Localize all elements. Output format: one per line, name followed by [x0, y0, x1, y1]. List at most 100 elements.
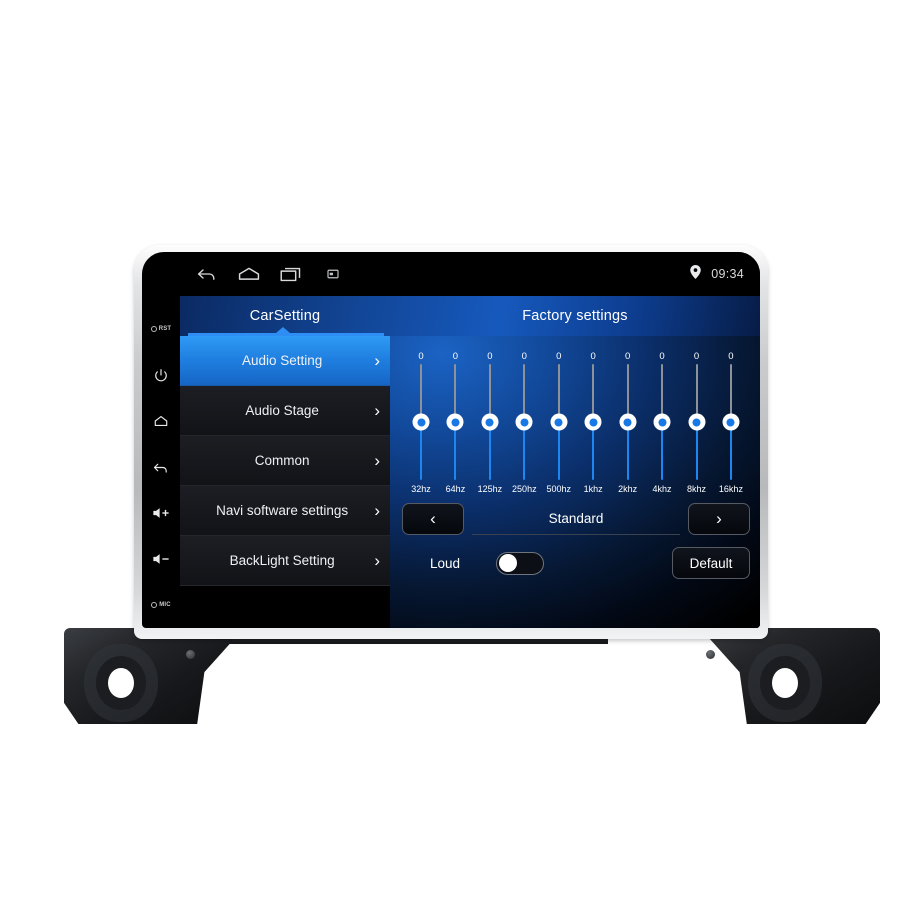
eq-band-4khz[interactable]: 0 4khz — [645, 350, 679, 494]
eq-slider-handle[interactable] — [584, 413, 602, 431]
eq-band-value: 0 — [728, 351, 734, 362]
loud-label: Loud — [429, 555, 461, 571]
eq-band-16khz[interactable]: 0 16khz — [714, 350, 748, 494]
eq-slider-handle[interactable] — [550, 413, 568, 431]
bracket-screw-right — [706, 650, 715, 659]
screenshot-root: RST MIC 09:34 CarSetting Factory setting… — [0, 0, 900, 900]
eq-band-label: 250hz — [512, 484, 537, 494]
preset-current-value[interactable]: Standard — [472, 503, 680, 535]
microphone-pinhole: MIC — [142, 582, 180, 628]
eq-track-lower — [420, 422, 422, 480]
eq-band-value: 0 — [487, 351, 493, 362]
eq-band-label: 4khz — [652, 484, 672, 494]
eq-slider-handle[interactable] — [688, 413, 705, 431]
eq-band-2khz[interactable]: 0 2khz — [611, 350, 645, 494]
chevron-right-icon: › — [374, 451, 380, 470]
status-bar-clock: 09:34 — [711, 267, 744, 281]
chevron-right-icon: › — [374, 501, 380, 520]
eq-band-label: 500hz — [546, 484, 572, 494]
eq-band-value: 0 — [418, 351, 424, 362]
eq-band-label: 2khz — [618, 484, 638, 494]
preset-selector-row: ‹ Standard › — [402, 502, 750, 536]
eq-slider-track[interactable] — [714, 364, 748, 480]
preset-next-button[interactable]: › — [688, 503, 750, 535]
nav-home-icon[interactable] — [228, 252, 270, 296]
eq-track-lower — [695, 422, 698, 480]
eq-slider-track[interactable] — [611, 364, 645, 480]
menu-item-common[interactable]: Common › — [180, 436, 390, 486]
menu-item-label: Audio Setting — [242, 353, 323, 368]
eq-band-value: 0 — [452, 351, 459, 362]
menu-item-backlight-setting[interactable]: BackLight Setting › — [180, 536, 390, 586]
eq-slider-handle[interactable] — [515, 413, 533, 431]
eq-band-64hz[interactable]: 0 64hz — [438, 350, 472, 494]
nav-back-icon[interactable] — [186, 252, 228, 296]
device-screen: RST MIC 09:34 CarSetting Factory setting… — [142, 252, 760, 628]
default-button[interactable]: Default — [672, 547, 750, 579]
eq-band-label: 32hz — [411, 484, 431, 494]
app-body: Audio Setting › Audio Stage › Common › N… — [180, 336, 760, 628]
power-icon[interactable] — [142, 352, 180, 398]
eq-band-value: 0 — [659, 351, 665, 362]
menu-item-label: Common — [254, 453, 310, 468]
back-icon[interactable] — [142, 444, 180, 490]
menu-item-label: Navi software settings — [216, 503, 349, 518]
tab-underline-indicator — [188, 333, 384, 336]
hardware-key-column: RST MIC — [142, 298, 180, 628]
eq-band-1khz[interactable]: 0 1khz — [576, 350, 610, 494]
reset-pinhole[interactable]: RST — [142, 306, 180, 352]
volume-up-icon[interactable] — [142, 490, 180, 536]
eq-slider-handle[interactable] — [722, 413, 740, 431]
eq-track-lower — [523, 422, 526, 480]
volume-down-icon[interactable] — [142, 536, 180, 582]
eq-track-lower — [626, 422, 629, 480]
chevron-right-icon: › — [374, 551, 380, 570]
eq-slider-handle[interactable] — [481, 413, 499, 431]
preset-prev-button[interactable]: ‹ — [402, 503, 464, 535]
eq-slider-track[interactable] — [438, 364, 472, 480]
home-icon[interactable] — [142, 398, 180, 444]
nav-recents-icon[interactable] — [270, 252, 312, 296]
eq-band-value: 0 — [590, 351, 596, 362]
menu-item-navi-software-settings[interactable]: Navi software settings › — [180, 486, 390, 536]
eq-slider-track[interactable] — [542, 364, 576, 480]
eq-band-label: 1khz — [583, 484, 603, 494]
eq-band-32hz[interactable]: 0 32hz — [404, 350, 438, 494]
menu-item-audio-setting[interactable]: Audio Setting › — [180, 336, 390, 386]
android-status-bar: 09:34 — [180, 252, 760, 296]
eq-slider-track[interactable] — [404, 364, 438, 480]
menu-item-label: Audio Stage — [245, 403, 319, 418]
carsetting-app: CarSetting Factory settings Audio Settin… — [180, 296, 760, 628]
eq-track-lower — [454, 422, 457, 480]
audio-setting-panel: 0 32hz 0 64hz 0 125hz 0 250hz 0 500hz 0 … — [390, 336, 760, 628]
tab-factory-settings[interactable]: Factory settings — [390, 296, 760, 336]
chevron-right-icon: › — [374, 401, 380, 420]
eq-band-value: 0 — [521, 351, 527, 362]
bracket-screw-hole-left — [108, 668, 134, 698]
eq-slider-handle[interactable] — [619, 413, 637, 431]
nav-screenshot-icon[interactable] — [312, 252, 354, 296]
eq-slider-handle[interactable] — [412, 413, 430, 431]
tab-caret-icon — [276, 327, 290, 333]
menu-item-label: BackLight Setting — [229, 553, 335, 568]
eq-band-500hz[interactable]: 0 500hz — [542, 350, 576, 494]
menu-item-audio-stage[interactable]: Audio Stage › — [180, 386, 390, 436]
eq-slider-track[interactable] — [645, 364, 679, 480]
eq-slider-track[interactable] — [680, 364, 714, 480]
eq-band-250hz[interactable]: 0 250hz — [507, 350, 541, 494]
eq-band-8khz[interactable]: 0 8khz — [680, 350, 714, 494]
eq-slider-track[interactable] — [473, 364, 507, 480]
chevron-right-icon: › — [374, 351, 380, 370]
eq-track-lower — [729, 422, 732, 480]
loudness-row: Loud Default — [402, 546, 750, 580]
eq-slider-track[interactable] — [507, 364, 541, 480]
eq-slider-track[interactable] — [576, 364, 610, 480]
loud-toggle[interactable] — [496, 551, 544, 575]
eq-slider-handle[interactable] — [653, 413, 671, 431]
eq-band-label: 8khz — [686, 484, 706, 494]
equalizer: 0 32hz 0 64hz 0 125hz 0 250hz 0 500hz 0 … — [402, 342, 750, 494]
eq-slider-handle[interactable] — [446, 413, 464, 431]
eq-track-lower — [592, 422, 595, 480]
mounting-bracket-left — [64, 628, 244, 724]
eq-band-125hz[interactable]: 0 125hz — [473, 350, 507, 494]
